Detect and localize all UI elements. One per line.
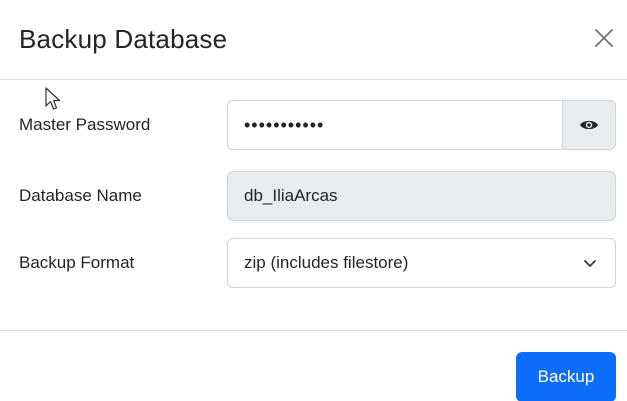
- eye-icon[interactable]: [579, 118, 599, 132]
- toggle-password-visibility-button[interactable]: [562, 100, 616, 150]
- database-name-field[interactable]: db_IliaArcas: [227, 171, 616, 221]
- database-name-row: Database Name db_IliaArcas: [0, 171, 627, 221]
- master-password-input[interactable]: •••••••••••: [227, 100, 562, 150]
- backup-database-dialog: Backup Database Master Password ••••••••…: [0, 0, 627, 401]
- chevron-down-icon: [584, 259, 596, 267]
- close-icon[interactable]: [592, 26, 616, 50]
- database-name-label: Database Name: [19, 186, 142, 205]
- dialog-header: Backup Database: [0, 0, 627, 80]
- master-password-label: Master Password: [19, 115, 151, 134]
- close-button[interactable]: [592, 26, 616, 50]
- master-password-row: Master Password •••••••••••: [0, 100, 627, 150]
- backup-format-label: Backup Format: [19, 253, 135, 272]
- backup-format-value: zip (includes filestore): [244, 253, 409, 272]
- backup-format-row: Backup Format zip (includes filestore): [0, 238, 627, 288]
- master-password-group: •••••••••••: [227, 100, 616, 150]
- dialog-title: Backup Database: [19, 24, 228, 54]
- backup-format-select[interactable]: zip (includes filestore): [227, 238, 616, 288]
- backup-button[interactable]: Backup: [516, 352, 616, 401]
- dialog-footer: Backup: [0, 330, 627, 401]
